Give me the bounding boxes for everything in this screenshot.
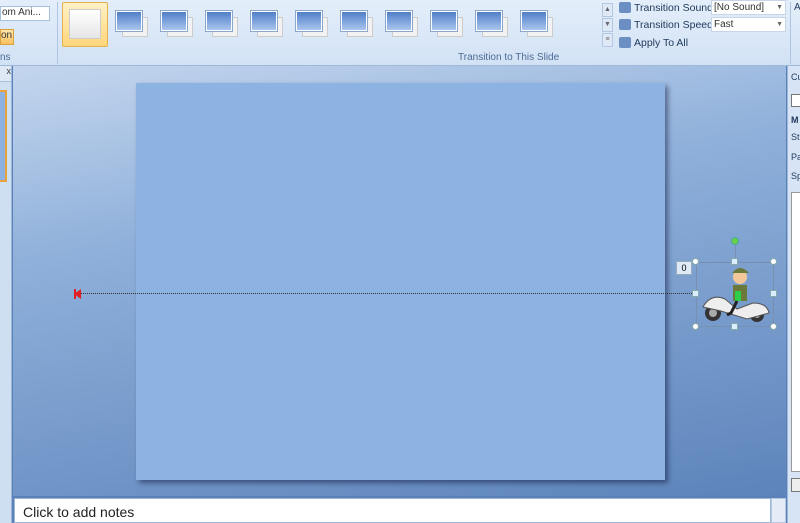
button-label: on [1, 30, 13, 41]
transition-thumbnail[interactable] [512, 4, 554, 42]
slide-thumbnail-selected[interactable] [0, 90, 7, 182]
slides-pane: x [0, 66, 12, 523]
transition-group-label: Transition to This Slide [458, 52, 560, 63]
animations-group-label: ns [0, 52, 11, 63]
notes-field[interactable]: Click to add notes [14, 498, 771, 523]
apply-all-icon [619, 37, 631, 48]
path-label: Pa [791, 152, 800, 162]
transition-thumbnail[interactable] [377, 4, 419, 42]
slide-front-icon [386, 11, 412, 31]
slide-front-icon [476, 11, 502, 31]
transition-speed-label: Transition Speed: [634, 19, 716, 31]
transition-sound-label: Transition Sound: [634, 2, 716, 14]
slide-front-icon [296, 11, 322, 31]
notes-scrollbar[interactable] [771, 498, 786, 523]
resize-handle-sw[interactable] [692, 323, 699, 330]
transition-thumbnail[interactable] [287, 4, 329, 42]
reorder-button[interactable] [791, 478, 800, 492]
transition-thumbnail[interactable] [107, 4, 149, 42]
transition-thumbnail[interactable] [467, 4, 509, 42]
close-pane-button[interactable]: x [0, 66, 11, 82]
transition-thumbnail[interactable] [152, 4, 194, 42]
speed-icon [619, 19, 631, 30]
resize-handle-se[interactable] [770, 323, 777, 330]
slide-front-icon [341, 11, 367, 31]
apply-to-all-button[interactable]: Apply To All [634, 37, 688, 49]
dropdown-value: om Ani... [2, 7, 41, 18]
chevron-down-icon: ▼ [776, 21, 783, 28]
resize-handle-nw[interactable] [692, 258, 699, 265]
transition-thumbnail[interactable] [422, 4, 464, 42]
transition-thumbnail[interactable] [242, 4, 284, 42]
slide-front-icon [431, 11, 457, 31]
slide-front-icon [161, 11, 187, 31]
gallery-more[interactable]: ≡ [602, 33, 613, 47]
resize-handle-n[interactable] [731, 258, 738, 265]
advance-slide-label: A [794, 2, 800, 13]
custom-animation-button[interactable]: on [0, 29, 14, 45]
resize-handle-e[interactable] [770, 290, 777, 297]
resize-handle-ne[interactable] [770, 258, 777, 265]
animation-order-tag[interactable]: 0 [676, 261, 692, 275]
start-label: St [791, 132, 800, 142]
speed-label: Sp [791, 171, 800, 181]
pane-title: Cu [791, 72, 800, 82]
resize-handle-s[interactable] [731, 323, 738, 330]
slide[interactable] [136, 83, 665, 480]
gallery-scroll-down[interactable]: ▼ [602, 18, 613, 32]
animation-list[interactable] [791, 192, 800, 472]
transition-thumbnail[interactable] [197, 4, 239, 42]
ribbon: om Ani... on ns ▲ ▼ ≡ Transition to This… [0, 0, 800, 66]
slide-front-icon [521, 11, 547, 31]
add-effect-button[interactable] [791, 94, 800, 107]
divider [57, 2, 58, 64]
sound-icon [619, 2, 631, 13]
transition-speed-dropdown[interactable]: Fast ▼ [711, 17, 786, 32]
notes-placeholder: Click to add notes [23, 504, 135, 520]
sound-value: [No Sound] [714, 2, 765, 13]
transition-thumbnail[interactable] [332, 4, 374, 42]
slide-front-icon [116, 11, 142, 31]
chevron-down-icon: ▼ [776, 4, 783, 11]
motion-path[interactable] [78, 293, 696, 294]
transition-thumbnail[interactable] [62, 2, 108, 47]
speed-value: Fast [714, 19, 734, 30]
slide-front-icon [251, 11, 277, 31]
selected-picture-frame[interactable] [696, 262, 774, 327]
divider [790, 2, 791, 64]
custom-animation-pane: Cu M St Pa Sp [787, 66, 800, 523]
slide-editing-area [13, 66, 786, 496]
modify-label: M [791, 115, 799, 125]
gallery-scroll-up[interactable]: ▲ [602, 3, 613, 17]
no-transition-icon [69, 9, 101, 39]
resize-handle-w[interactable] [692, 290, 699, 297]
close-icon: x [6, 66, 12, 76]
custom-animation-dropdown[interactable]: om Ani... [0, 6, 50, 21]
rotation-handle[interactable] [731, 237, 739, 245]
transition-sound-dropdown[interactable]: [No Sound] ▼ [711, 0, 786, 15]
slide-front-icon [206, 11, 232, 31]
motion-path-end-bar [74, 289, 76, 299]
